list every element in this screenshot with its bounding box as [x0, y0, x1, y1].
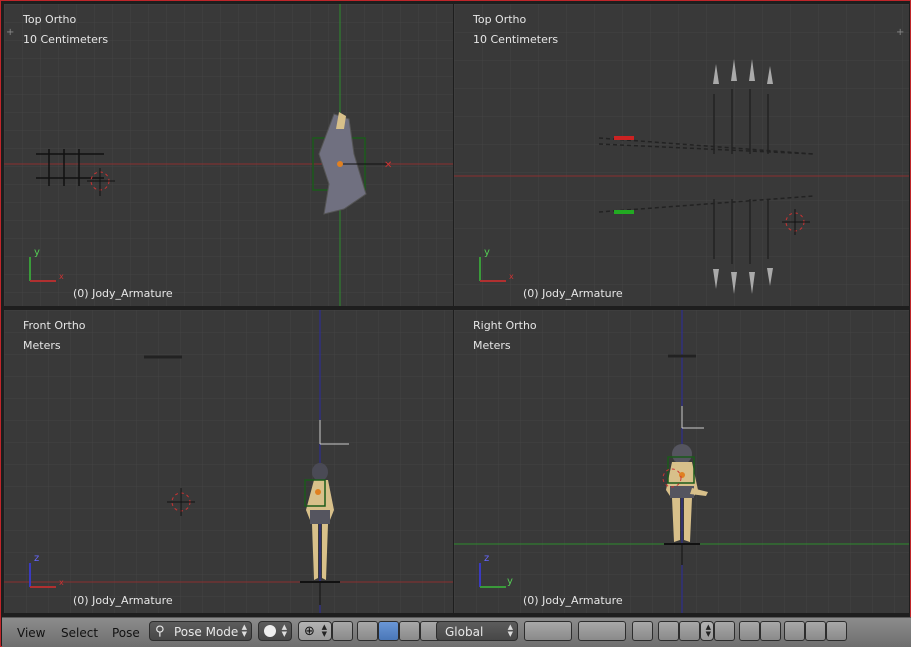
- pose-mode-icon: ⚲: [155, 624, 165, 639]
- snap-icon[interactable]: [714, 621, 735, 641]
- viewport-title: Front Ortho: [23, 319, 86, 332]
- viewport-title: Right Ortho: [473, 319, 537, 332]
- x-mirror-icon[interactable]: [679, 621, 700, 641]
- render-animation-icon[interactable]: [760, 621, 781, 641]
- axis-gizmo: [479, 563, 506, 588]
- viewport-scale: 10 Centimeters: [473, 33, 559, 46]
- dropdown-arrows-icon: ▲ ▼: [321, 623, 327, 638]
- header-toolbar: View Select Pose ⚲ Pose Mode ▲ ▼ ▲ ▼ ⊕ ▲ ▼ …: [2, 617, 911, 647]
- paste-flipped-pose-icon[interactable]: [826, 621, 847, 641]
- layers-group-1[interactable]: [524, 621, 572, 641]
- viewport-grid: [454, 310, 909, 613]
- axis-label-x: x: [59, 272, 64, 281]
- layers-group-2[interactable]: [578, 621, 626, 641]
- viewport-grid: [4, 310, 453, 613]
- viewport-shading-select[interactable]: ▲ ▼: [258, 621, 292, 641]
- active-object-name: (0) Jody_Armature: [73, 594, 173, 607]
- axis-label-y: y: [484, 247, 490, 258]
- corner-widget-icon[interactable]: +: [896, 28, 905, 38]
- menu-pose[interactable]: Pose: [112, 626, 140, 640]
- axis-label-y: y: [507, 576, 513, 587]
- viewport-grid: [454, 4, 909, 306]
- axis-label-z: z: [484, 553, 490, 564]
- axis-gizmo: [29, 257, 56, 282]
- viewport-title: Top Ortho: [473, 13, 527, 26]
- lock-camera-icon[interactable]: [632, 621, 653, 641]
- orientation-value: Global: [445, 625, 484, 639]
- mode-select[interactable]: ⚲ Pose Mode ▲ ▼: [149, 621, 252, 641]
- axis-label-x: x: [59, 578, 64, 587]
- copy-pose-icon[interactable]: [784, 621, 805, 641]
- dropdown-arrows-icon: ▲ ▼: [281, 623, 287, 638]
- translate-manipulator-icon[interactable]: [378, 621, 399, 641]
- axis-gizmo: [479, 257, 506, 282]
- paste-pose-icon[interactable]: [805, 621, 826, 641]
- axis-gizmo: [29, 563, 56, 588]
- axis-label-x: x: [509, 272, 514, 281]
- viewport-bottom-left[interactable]: Front Ortho Meters z x (0) Jody_Armature: [4, 310, 453, 613]
- axis-label-z: z: [34, 553, 40, 564]
- viewport-grid: ✕: [4, 4, 453, 306]
- solid-shading-icon: [264, 625, 276, 637]
- mirror-arrows[interactable]: ▲ ▼: [700, 621, 714, 641]
- pivot-icon: ⊕: [304, 624, 315, 639]
- active-object-name: (0) Jody_Armature: [523, 594, 623, 607]
- axis-label-y: y: [34, 247, 40, 258]
- pivot-point-select[interactable]: ⊕ ▲ ▼: [298, 621, 332, 641]
- render-camera-icon[interactable]: [739, 621, 760, 641]
- dropdown-arrows-icon: ▲ ▼: [241, 623, 247, 638]
- dropdown-arrows-icon: ▲ ▼: [705, 623, 711, 638]
- pose-copy-icon[interactable]: [658, 621, 679, 641]
- viewport-scale: 10 Centimeters: [23, 33, 109, 46]
- transform-orientation-select[interactable]: Global ▲ ▼: [436, 621, 518, 641]
- menu-select[interactable]: Select: [61, 626, 98, 640]
- viewport-bottom-right[interactable]: Right Ortho Meters z y (0) Jody_Armature: [454, 310, 909, 613]
- viewport-scale: Meters: [23, 339, 61, 352]
- viewport-top-right[interactable]: Top Ortho 10 Centimeters y x (0) Jody_Ar…: [454, 4, 909, 306]
- dropdown-arrows-icon: ▲ ▼: [507, 623, 513, 638]
- svg-text:✕: ✕: [384, 160, 392, 171]
- viewport-scale: Meters: [473, 339, 511, 352]
- mode-select-value: Pose Mode: [174, 625, 239, 639]
- viewport-title: Top Ortho: [23, 13, 77, 26]
- viewport-top-left[interactable]: ✕ Top Ortho 10 Centimeters y x (0) Jody_…: [4, 4, 453, 306]
- menu-view[interactable]: View: [17, 626, 45, 640]
- rotate-manipulator-icon[interactable]: [399, 621, 420, 641]
- corner-widget-icon[interactable]: +: [6, 28, 15, 38]
- active-object-name: (0) Jody_Armature: [523, 287, 623, 300]
- manipulate-center-icon[interactable]: [332, 621, 353, 641]
- transform-manipulator-toggle-icon[interactable]: [357, 621, 378, 641]
- blender-window: ✕ Top Ortho 10 Centimeters y x (0) Jody_…: [0, 0, 911, 647]
- active-object-name: (0) Jody_Armature: [73, 287, 173, 300]
